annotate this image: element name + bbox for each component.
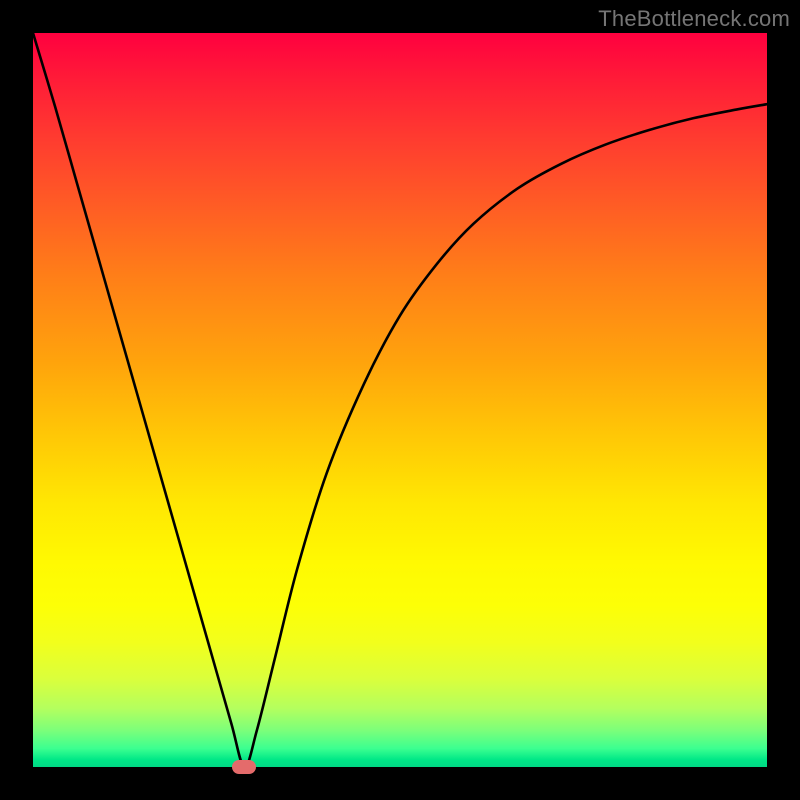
sweet-spot-marker [232,760,256,774]
chart-frame: TheBottleneck.com [0,0,800,800]
plot-area [33,33,767,767]
bottleneck-curve [33,33,767,767]
watermark-text: TheBottleneck.com [598,6,790,32]
